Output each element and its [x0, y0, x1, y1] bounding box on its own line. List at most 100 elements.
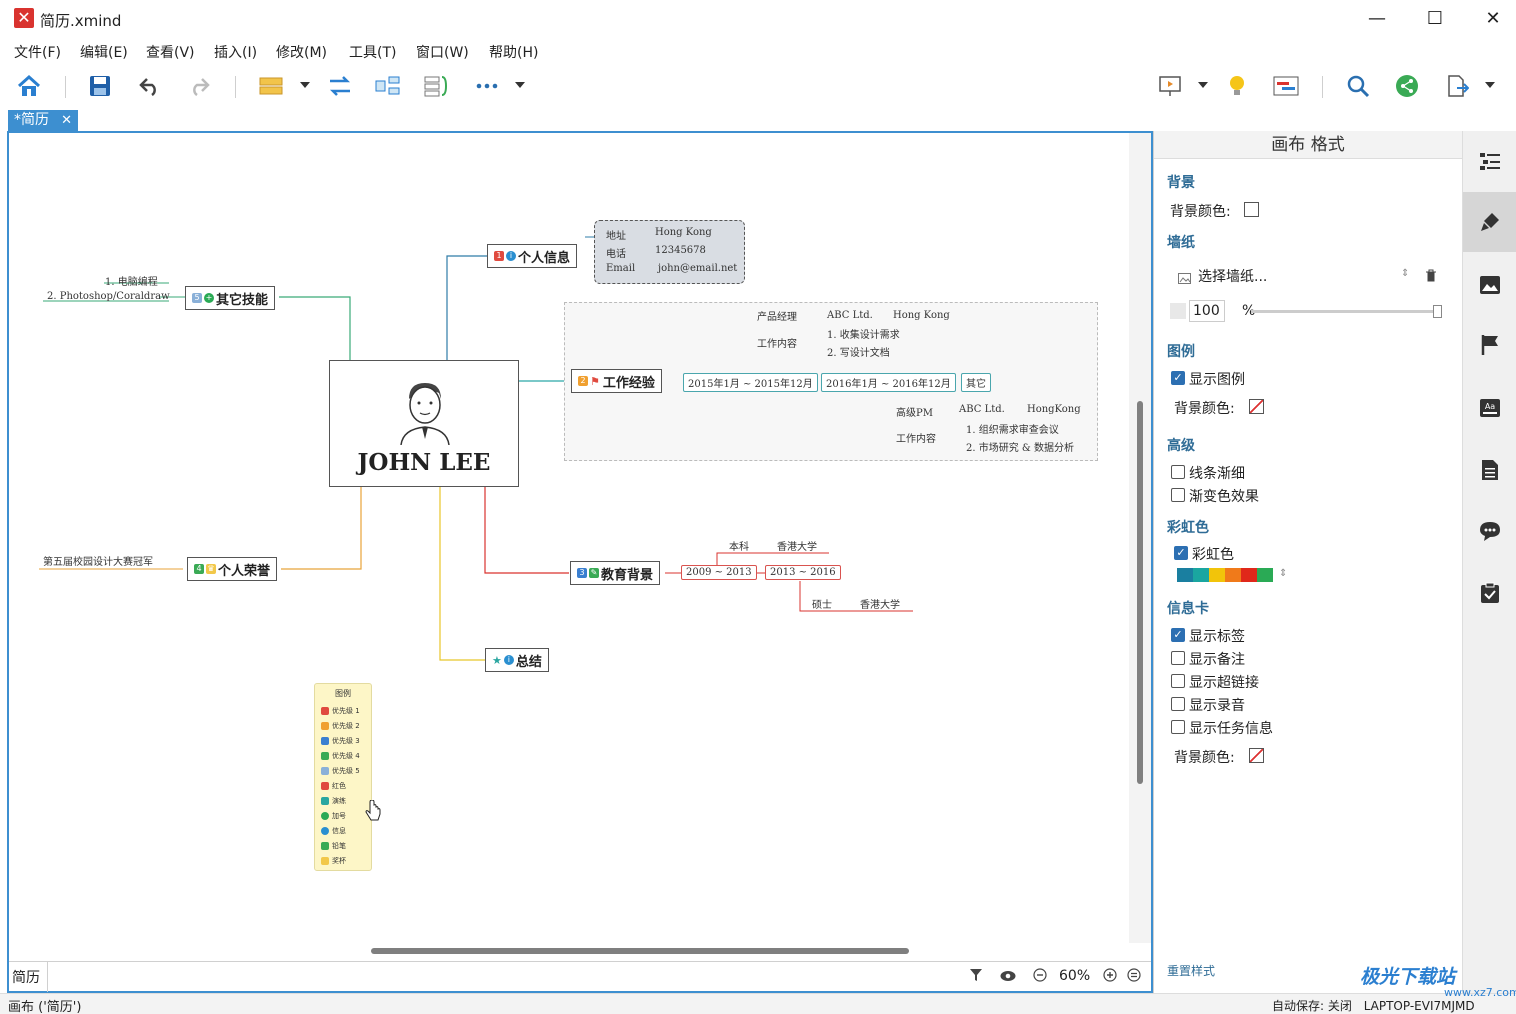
menu-modify[interactable]: 修改(M)	[276, 42, 327, 62]
topic-other-skills[interactable]: 5 + 其它技能	[185, 286, 276, 310]
gradient-checkbox[interactable]	[1171, 488, 1185, 502]
work-other[interactable]: 其它	[961, 373, 991, 392]
show-audio-checkbox[interactable]	[1171, 697, 1185, 711]
menu-view[interactable]: 查看(V)	[146, 42, 195, 62]
work-role[interactable]: 产品经理	[757, 308, 797, 323]
work-place[interactable]: HongKong	[1027, 404, 1081, 415]
updown-icon[interactable]: ⇕	[1401, 268, 1409, 279]
menu-tools[interactable]: 工具(T)	[349, 42, 396, 62]
work-company[interactable]: ABC Ltd.	[959, 404, 1005, 415]
work-task[interactable]: 1. 组织需求审查会议	[966, 421, 1059, 436]
redo-icon[interactable]	[185, 72, 213, 100]
infocard-bg-swatch[interactable]	[1249, 748, 1264, 763]
mind-map-canvas[interactable]: JOHN LEE 1 i 个人信息 地址 Hong Kong 电话 123456…	[9, 133, 1151, 961]
menu-help[interactable]: 帮助(H)	[489, 42, 538, 62]
gantt-icon[interactable]	[1272, 72, 1300, 100]
central-topic[interactable]: JOHN LEE	[329, 360, 519, 487]
export-icon[interactable]	[1443, 72, 1471, 100]
bg-color-swatch[interactable]	[1244, 202, 1259, 217]
work-period[interactable]: 2015年1月 ~ 2015年12月	[683, 373, 818, 392]
education-period[interactable]: 2009 ~ 2013	[681, 565, 757, 580]
education-period[interactable]: 2013 ~ 2016	[765, 565, 841, 580]
sheet-tab[interactable]: 简历	[12, 967, 40, 987]
share-icon[interactable]	[1393, 72, 1421, 100]
format-brush-icon[interactable]	[1463, 192, 1516, 252]
maximize-button[interactable]: ☐	[1412, 4, 1458, 34]
work-company[interactable]: ABC Ltd.	[827, 310, 873, 321]
marker-flag-icon[interactable]	[1463, 315, 1516, 375]
reset-style-link[interactable]: 重置样式	[1167, 962, 1215, 979]
work-task[interactable]: 2. 市场研究 & 数据分析	[966, 439, 1074, 454]
topic-education[interactable]: 3 ✎ 教育背景	[570, 561, 661, 585]
zoom-in-icon[interactable]	[1103, 968, 1117, 986]
education-degree[interactable]: 硕士	[812, 596, 832, 611]
legend-bg-swatch[interactable]	[1249, 399, 1264, 414]
vertical-scrollbar[interactable]	[1137, 401, 1143, 784]
menu-file[interactable]: 文件(F)	[14, 42, 61, 62]
rainbow-checkbox[interactable]: ✓	[1174, 546, 1188, 560]
show-labels-checkbox[interactable]: ✓	[1171, 628, 1185, 642]
work-task[interactable]: 2. 写设计文档	[827, 344, 890, 359]
search-icon[interactable]	[1344, 72, 1372, 100]
rainbow-updown-icon[interactable]: ⇕	[1279, 568, 1287, 579]
comments-icon[interactable]	[1463, 501, 1516, 561]
rainbow-palette[interactable]	[1177, 568, 1273, 582]
presentation-icon[interactable]	[1156, 72, 1184, 100]
education-school[interactable]: 香港大学	[860, 596, 900, 611]
summary-icon[interactable]	[374, 72, 402, 100]
tab-resume[interactable]: *简历 ✕	[8, 110, 78, 131]
opacity-slider-track[interactable]	[1251, 310, 1441, 313]
boundary-icon[interactable]	[422, 72, 450, 100]
work-period[interactable]: 2016年1月 ~ 2016年12月	[821, 373, 956, 392]
zoom-out-icon[interactable]	[1033, 968, 1047, 986]
menu-window[interactable]: 窗口(W)	[416, 42, 469, 62]
education-degree[interactable]: 本科	[729, 538, 749, 553]
topic-summary[interactable]: ★ i 总结	[485, 648, 549, 672]
horizontal-scrollbar[interactable]	[371, 948, 909, 954]
topic-work-experience[interactable]: 2 ⚑ 工作经验	[571, 369, 662, 393]
export-dropdown-icon[interactable]	[1485, 82, 1495, 88]
taper-lines-checkbox[interactable]	[1171, 465, 1185, 479]
skill-item[interactable]: 1. 电脑编程	[105, 273, 158, 288]
work-place[interactable]: Hong Kong	[893, 310, 950, 321]
topic-dropdown-icon[interactable]	[300, 82, 310, 88]
opacity-slider-handle[interactable]	[1433, 305, 1442, 318]
skill-item[interactable]: 2. Photoshop/Coraldraw	[47, 291, 170, 302]
education-school[interactable]: 香港大学	[777, 538, 817, 553]
menu-insert[interactable]: 插入(I)	[214, 42, 257, 62]
image-panel-icon[interactable]	[1463, 255, 1516, 315]
save-icon[interactable]	[86, 72, 114, 100]
personal-info-floating-box[interactable]: 地址 Hong Kong 电话 12345678 Email john@emai…	[594, 220, 745, 284]
undo-icon[interactable]	[136, 72, 164, 100]
topic-honors[interactable]: 4 ♛ 个人荣誉	[187, 557, 278, 581]
presentation-dropdown-icon[interactable]	[1198, 82, 1208, 88]
eye-icon[interactable]	[1000, 968, 1016, 986]
topic-personal-info[interactable]: 1 i 个人信息	[487, 244, 578, 268]
topic-icon[interactable]	[258, 72, 286, 100]
task-clipboard-icon[interactable]	[1463, 563, 1516, 623]
relationship-icon[interactable]	[326, 72, 354, 100]
legend-panel[interactable]: 图例 优先级 1 优先级 2 优先级 3 优先级 4 优先级 5 红色 演练 加…	[314, 683, 372, 871]
idea-lightbulb-icon[interactable]	[1223, 72, 1251, 100]
more-icon[interactable]	[473, 72, 501, 100]
work-content-label[interactable]: 工作内容	[896, 430, 936, 445]
close-button[interactable]: ✕	[1470, 4, 1516, 34]
work-task[interactable]: 1. 收集设计需求	[827, 326, 900, 341]
opacity-input[interactable]: 100	[1189, 300, 1225, 322]
fit-map-icon[interactable]	[1127, 968, 1141, 986]
show-links-checkbox[interactable]	[1171, 674, 1185, 688]
home-icon[interactable]	[15, 72, 43, 100]
show-legend-checkbox[interactable]: ✓	[1171, 371, 1185, 385]
work-content-label[interactable]: 工作内容	[757, 335, 797, 350]
wallpaper-select[interactable]: 选择墙纸...	[1198, 266, 1267, 286]
trash-icon[interactable]	[1425, 267, 1437, 286]
honor-item[interactable]: 第五届校园设计大赛冠军	[43, 553, 153, 568]
outline-icon[interactable]	[1463, 131, 1516, 191]
work-role[interactable]: 高级PM	[896, 404, 933, 419]
menu-edit[interactable]: 编辑(E)	[80, 42, 128, 62]
tab-close-icon[interactable]: ✕	[61, 110, 72, 131]
show-tasks-checkbox[interactable]	[1171, 720, 1185, 734]
sticker-icon[interactable]: Aa	[1463, 378, 1516, 438]
more-dropdown-icon[interactable]	[515, 82, 525, 88]
minimize-button[interactable]: —	[1354, 4, 1400, 34]
